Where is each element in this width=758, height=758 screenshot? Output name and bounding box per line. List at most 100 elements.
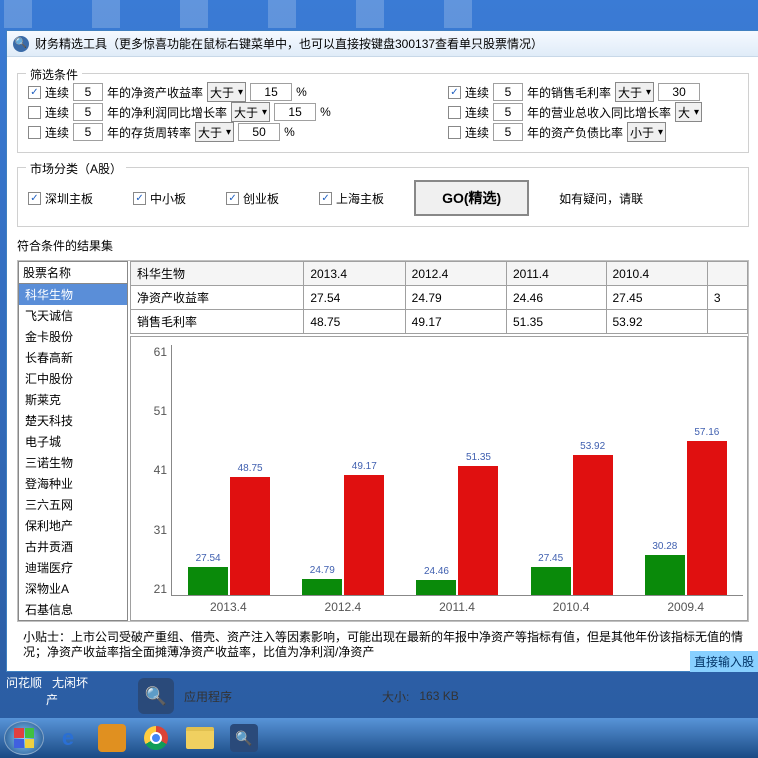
list-item[interactable]: 长春高新 bbox=[19, 347, 127, 368]
market-label: 深圳主板 bbox=[45, 190, 93, 207]
value-input[interactable] bbox=[658, 83, 700, 101]
stock-list-items[interactable]: 科华生物飞天诚信金卡股份长春高新汇中股份斯莱克楚天科技电子城三诺生物登海种业三六… bbox=[19, 284, 127, 620]
desktop-icon[interactable] bbox=[4, 0, 32, 28]
operator-select[interactable]: 大于 bbox=[195, 122, 234, 142]
desktop-icon[interactable] bbox=[356, 0, 384, 28]
operator-select[interactable]: 大 bbox=[675, 102, 702, 122]
chart-bar: 53.92 bbox=[573, 455, 613, 595]
list-item[interactable]: 斯莱克 bbox=[19, 389, 127, 410]
results-label: 符合条件的结果集 bbox=[17, 237, 749, 254]
list-item[interactable]: 科华生物 bbox=[19, 284, 127, 305]
list-item[interactable]: 三诺生物 bbox=[19, 452, 127, 473]
percent-label: % bbox=[296, 85, 307, 99]
bar-label: 30.28 bbox=[652, 541, 677, 552]
continuous-checkbox[interactable] bbox=[28, 106, 41, 119]
market-checkbox[interactable]: ✓ bbox=[319, 192, 332, 205]
continuous-checkbox[interactable] bbox=[448, 106, 461, 119]
chart-bar: 24.46 bbox=[416, 580, 456, 595]
years-input[interactable] bbox=[493, 83, 523, 101]
operator-select[interactable]: 大于 bbox=[615, 82, 654, 102]
continuous-checkbox[interactable] bbox=[448, 126, 461, 139]
bar-label: 51.35 bbox=[466, 452, 491, 463]
desktop-icon[interactable] bbox=[268, 0, 296, 28]
continuous-checkbox[interactable]: ✓ bbox=[28, 86, 41, 99]
start-button[interactable] bbox=[4, 721, 44, 755]
continuous-checkbox[interactable]: ✓ bbox=[448, 86, 461, 99]
window-title: 财务精选工具（更多惊喜功能在鼠标右键菜单中，也可以直接按键盘300137查看单只… bbox=[35, 35, 543, 52]
chart-bar: 48.75 bbox=[230, 477, 270, 595]
chart: 6151413121 27.5448.7524.7949.1724.4651.3… bbox=[130, 336, 748, 621]
list-item[interactable]: 汇中股份 bbox=[19, 368, 127, 389]
size-value: 163 KB bbox=[419, 689, 458, 703]
desktop-icon[interactable] bbox=[180, 0, 208, 28]
table-cell: 49.17 bbox=[405, 310, 506, 334]
list-item[interactable]: 迪瑞医疗 bbox=[19, 557, 127, 578]
list-item[interactable]: 金卡股份 bbox=[19, 326, 127, 347]
metric-label: 年的净利润同比增长率 bbox=[107, 104, 227, 121]
list-item[interactable]: 古井贡酒 bbox=[19, 536, 127, 557]
table-cell: 27.45 bbox=[606, 286, 707, 310]
app-window: 🔍 财务精选工具（更多惊喜功能在鼠标右键菜单中，也可以直接按键盘300137查看… bbox=[6, 30, 758, 672]
years-input[interactable] bbox=[73, 83, 103, 101]
explorer-row: 🔍 应用程序 大小: 163 KB bbox=[138, 674, 758, 718]
market-checkbox[interactable]: ✓ bbox=[133, 192, 146, 205]
metric-label: 年的营业总收入同比增长率 bbox=[527, 104, 671, 121]
market-checkbox[interactable]: ✓ bbox=[28, 192, 41, 205]
value-input[interactable] bbox=[238, 123, 280, 141]
bar-label: 57.16 bbox=[694, 427, 719, 438]
metric-label: 年的存货周转率 bbox=[107, 124, 191, 141]
years-input[interactable] bbox=[73, 123, 103, 141]
list-item[interactable]: 深物业A bbox=[19, 578, 127, 599]
bar-label: 27.54 bbox=[196, 553, 221, 564]
chart-bar: 51.35 bbox=[458, 466, 498, 595]
bar-label: 48.75 bbox=[238, 463, 263, 474]
table-header: 科华生物 bbox=[131, 262, 304, 286]
market-checkbox[interactable]: ✓ bbox=[226, 192, 239, 205]
x-tick: 2013.4 bbox=[210, 600, 247, 614]
list-item[interactable]: 飞天诚信 bbox=[19, 305, 127, 326]
go-button[interactable]: GO(精选) bbox=[414, 180, 529, 216]
value-input[interactable] bbox=[250, 83, 292, 101]
years-input[interactable] bbox=[493, 123, 523, 141]
operator-select[interactable]: 大于 bbox=[231, 102, 270, 122]
continuous-label: 连续 bbox=[465, 84, 489, 101]
table-cell: 3 bbox=[707, 286, 747, 310]
market-fieldset: 市场分类（A股） ✓深圳主板✓中小板✓创业板✓上海主板 GO(精选) 如有疑问，… bbox=[17, 167, 749, 227]
continuous-checkbox[interactable] bbox=[28, 126, 41, 139]
market-label: 上海主板 bbox=[336, 190, 384, 207]
desktop-icon[interactable] bbox=[92, 0, 120, 28]
list-item[interactable]: 楚天科技 bbox=[19, 410, 127, 431]
years-input[interactable] bbox=[73, 103, 103, 121]
desktop-icon[interactable] bbox=[444, 0, 472, 28]
bar-label: 49.17 bbox=[352, 461, 377, 472]
x-tick: 2009.4 bbox=[667, 600, 704, 614]
table-header: 2013.4 bbox=[304, 262, 405, 286]
market-label: 中小板 bbox=[150, 190, 186, 207]
taskbar: e 🔍 bbox=[0, 718, 758, 758]
list-item[interactable]: 石基信息 bbox=[19, 599, 127, 620]
years-input[interactable] bbox=[493, 103, 523, 121]
taskbar-ie-icon[interactable]: e bbox=[48, 721, 88, 755]
bar-label: 53.92 bbox=[580, 441, 605, 452]
list-item[interactable]: 三六五网 bbox=[19, 494, 127, 515]
search-app-icon[interactable]: 🔍 bbox=[138, 678, 174, 714]
list-item[interactable]: 电子城 bbox=[19, 431, 127, 452]
operator-select[interactable]: 小于 bbox=[627, 122, 666, 142]
taskbar-chrome-icon[interactable] bbox=[136, 721, 176, 755]
tip-text: 小贴士：上市公司受破产重组、借壳、资产注入等因素影响，可能出现在最新的年报中净资… bbox=[17, 628, 749, 663]
ime-link[interactable]: 直接输入股 bbox=[690, 651, 758, 672]
chart-x-axis: 2013.42012.42011.42010.42009.4 bbox=[171, 600, 743, 614]
list-item[interactable]: 保利地产 bbox=[19, 515, 127, 536]
taskbar-explorer-icon[interactable] bbox=[180, 721, 220, 755]
row-name: 销售毛利率 bbox=[131, 310, 304, 334]
list-item[interactable]: 登海种业 bbox=[19, 473, 127, 494]
taskbar-app-icon[interactable] bbox=[92, 721, 132, 755]
titlebar: 🔍 财务精选工具（更多惊喜功能在鼠标右键菜单中，也可以直接按键盘300137查看… bbox=[7, 31, 758, 57]
value-input[interactable] bbox=[274, 103, 316, 121]
app-icon: 🔍 bbox=[13, 36, 29, 52]
x-tick: 2010.4 bbox=[553, 600, 590, 614]
operator-select[interactable]: 大于 bbox=[207, 82, 246, 102]
taskbar-search-icon[interactable]: 🔍 bbox=[224, 721, 264, 755]
table-cell: 51.35 bbox=[506, 310, 606, 334]
chart-bar: 24.79 bbox=[302, 579, 342, 595]
